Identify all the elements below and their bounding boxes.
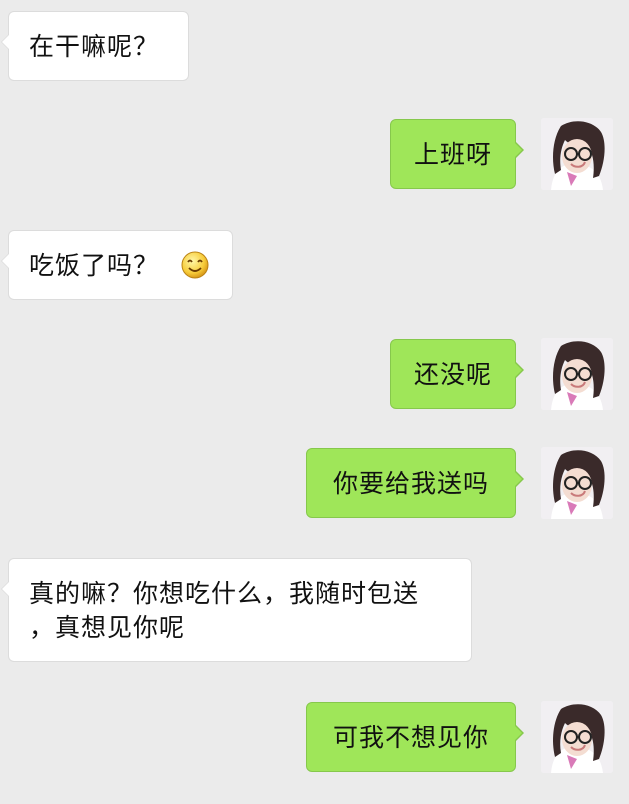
outgoing-message-bubble[interactable]: 你要给我送吗 bbox=[306, 448, 524, 518]
avatar-photo-icon bbox=[541, 338, 613, 410]
outgoing-message-bubble[interactable]: 还没呢 bbox=[390, 339, 524, 409]
incoming-message-bubble[interactable]: 在干嘛呢？ bbox=[1, 11, 189, 81]
incoming-message-bubble[interactable]: 真的嘛？你想吃什么，我随时包送 ，真想见你呢 bbox=[1, 558, 472, 662]
message-text-line: 真的嘛？你想吃什么，我随时包送 bbox=[29, 579, 420, 608]
smile-emoji-icon bbox=[181, 251, 209, 279]
avatar-photo-icon bbox=[541, 701, 613, 773]
message-text: 还没呢 bbox=[413, 360, 492, 389]
user-avatar[interactable] bbox=[541, 118, 613, 190]
message-text: 你要给我送吗 bbox=[332, 469, 489, 498]
message-text-line: ，真想见你呢 bbox=[29, 613, 186, 642]
message-text: 吃饭了吗？ bbox=[29, 251, 160, 280]
chat-window: 在干嘛呢？ 上班呀 吃饭了吗？ 还没呢 你要给我送吗 真的嘛？你想吃什么，我随时… bbox=[0, 0, 629, 804]
user-avatar[interactable] bbox=[541, 338, 613, 410]
avatar-photo-icon bbox=[541, 447, 613, 519]
user-avatar[interactable] bbox=[541, 447, 613, 519]
message-text: 上班呀 bbox=[413, 140, 492, 169]
outgoing-message-bubble[interactable]: 可我不想见你 bbox=[306, 702, 524, 772]
message-text: 可我不想见你 bbox=[332, 723, 489, 752]
incoming-message-bubble[interactable]: 吃饭了吗？ bbox=[1, 230, 233, 300]
message-text: 在干嘛呢？ bbox=[29, 32, 160, 61]
outgoing-message-bubble[interactable]: 上班呀 bbox=[390, 119, 524, 189]
user-avatar[interactable] bbox=[541, 701, 613, 773]
avatar-photo-icon bbox=[541, 118, 613, 190]
